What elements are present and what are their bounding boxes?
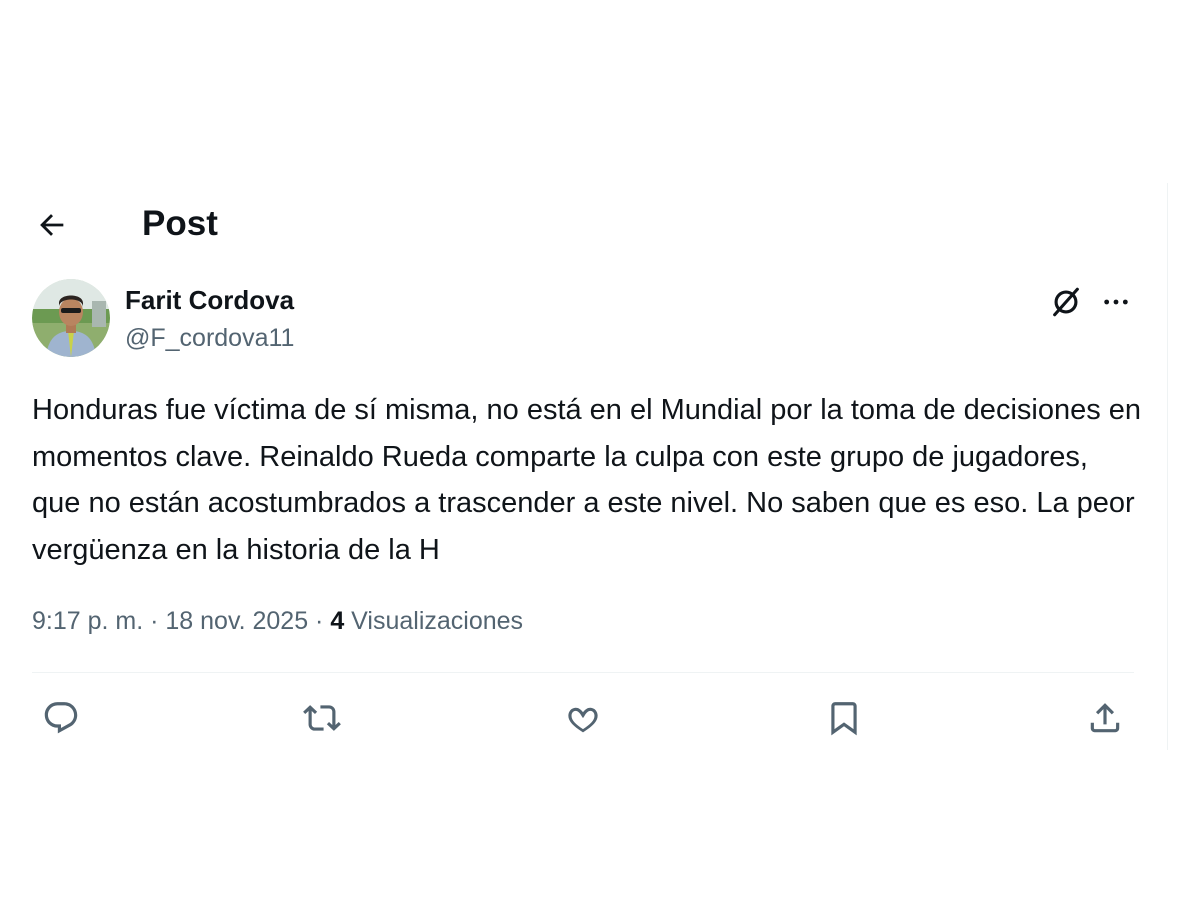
reply-button[interactable]: [38, 695, 84, 741]
post-header: Post: [28, 183, 1168, 263]
post-card: Post Farit Cordova @F_cordova11 Honduras…: [28, 183, 1168, 750]
meta-separator-2: ·: [308, 607, 331, 635]
tweet-meta: 9:17 p. m. · 18 nov. 2025 · 4 Visualizac…: [32, 604, 523, 638]
author-name[interactable]: Farit Cordova: [125, 284, 294, 316]
arrow-left-icon: [40, 214, 64, 236]
grok-button[interactable]: [1044, 280, 1088, 324]
divider: [32, 672, 1134, 673]
repost-icon: [303, 705, 341, 731]
tweet-date[interactable]: 18 nov. 2025: [165, 607, 308, 635]
page-title: Post: [142, 204, 218, 243]
avatar[interactable]: [32, 279, 110, 357]
share-icon: [1090, 703, 1120, 733]
reply-icon: [44, 702, 78, 734]
more-options-button[interactable]: [1094, 280, 1138, 324]
views-label[interactable]: Visualizaciones: [344, 607, 523, 635]
like-button[interactable]: [560, 695, 606, 741]
author-handle[interactable]: @F_cordova11: [125, 322, 294, 354]
tweet-time[interactable]: 9:17 p. m.: [32, 607, 143, 635]
bookmark-button[interactable]: [821, 695, 867, 741]
grok-icon: [1053, 287, 1079, 317]
bookmark-icon: [831, 702, 857, 736]
meta-separator: ·: [143, 607, 166, 635]
back-button[interactable]: [30, 203, 74, 247]
more-horizontal-icon: [1104, 299, 1128, 305]
repost-button[interactable]: [299, 695, 345, 741]
like-icon: [568, 707, 598, 733]
views-count[interactable]: 4: [330, 607, 344, 635]
tweet-text: Honduras fue víctima de sí misma, no est…: [32, 394, 1142, 566]
profile-photo: [32, 279, 110, 357]
share-button[interactable]: [1082, 695, 1128, 741]
